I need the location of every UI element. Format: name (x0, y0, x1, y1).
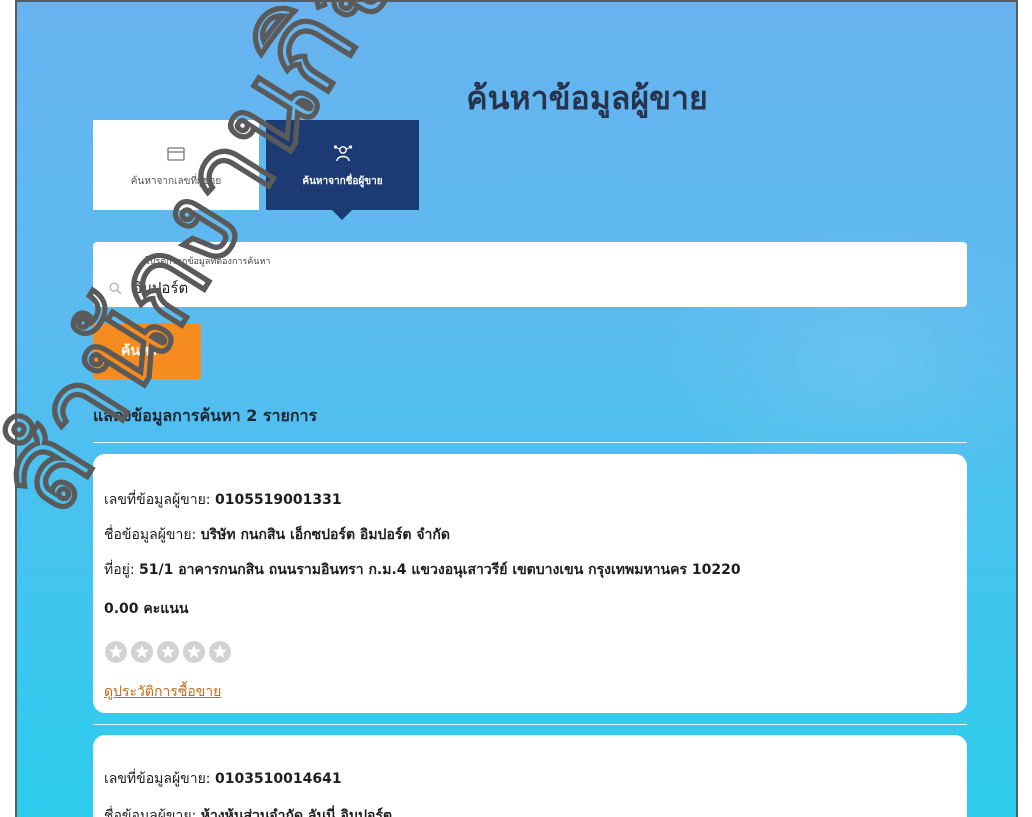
seller-id: เลขที่ข้อมูลผู้ขาย: 0103510014641 (104, 771, 342, 787)
star-icon (105, 641, 127, 663)
search-field[interactable]: โปรดกรอกข้อมูลที่ต้องการค้นหา อิมปอร์ต (93, 242, 967, 307)
page-frame: ค้นหาข้อมูลผู้ขาย ค้นหาจากเลขที่ผู้ขาย ค… (15, 0, 1018, 817)
star-icon (183, 641, 205, 663)
search-input[interactable]: อิมปอร์ต (133, 276, 188, 300)
tab-label: ค้นหาจากชื่อผู้ขาย (302, 175, 383, 187)
result-summary: แสดงข้อมูลการค้นหา 2 รายการ (93, 406, 318, 425)
tab-search-by-name[interactable]: ค้นหาจากชื่อผู้ขาย (266, 120, 419, 220)
page-title: ค้นหาข้อมูลผู้ขาย (466, 79, 708, 117)
search-button[interactable]: ค้นหา (93, 323, 201, 379)
tab-label: ค้นหาจากเลขที่ผู้ขาย (130, 175, 222, 187)
seller-id: เลขที่ข้อมูลผู้ขาย: 0105519001331 (104, 492, 342, 508)
seller-address: ที่อยู่: 51/1 อาคารกนกสิน ถนนรามอินทรา ก… (104, 562, 741, 578)
seller-name: ชื่อข้อมูลผู้ขาย: ห้างหุ้นส่วนจำกัด ลันน… (104, 808, 393, 817)
divider (93, 724, 967, 725)
card-icon (167, 142, 185, 166)
seller-card: เลขที่ข้อมูลผู้ขาย: 0103510014641 ชื่อข้… (93, 735, 967, 817)
seller-name: ชื่อข้อมูลผู้ขาย: บริษัท กนกสิน เอ็กซปอร… (104, 527, 450, 543)
star-icon (131, 641, 153, 663)
divider (93, 442, 967, 443)
seller-card: เลขที่ข้อมูลผู้ขาย: 0105519001331 ชื่อข้… (93, 454, 967, 713)
star-rating (104, 640, 232, 664)
search-hint: โปรดกรอกข้อมูลที่ต้องการค้นหา (145, 257, 271, 267)
star-icon (157, 641, 179, 663)
purchase-history-link[interactable]: ดูประวัติการซื้อขาย (104, 681, 221, 703)
user-network-icon (332, 142, 354, 166)
star-icon (209, 641, 231, 663)
search-icon (109, 280, 122, 299)
tab-search-by-number[interactable]: ค้นหาจากเลขที่ผู้ขาย (93, 120, 259, 210)
seller-score: 0.00 คะแนน (104, 601, 189, 617)
